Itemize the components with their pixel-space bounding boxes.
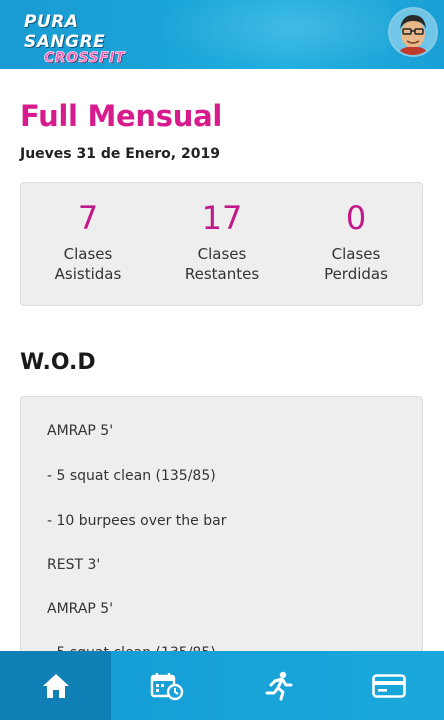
pura-sangre-logo[interactable]: PURA SANGRE CROSSFIT (24, 12, 164, 66)
plan-date: Jueves 31 de Enero, 2019 (20, 146, 220, 162)
logo-line-2: CROSSFIT (44, 50, 125, 67)
nav-workouts[interactable] (222, 651, 333, 720)
nav-payments[interactable] (333, 651, 444, 720)
calendar-clock-icon (150, 672, 183, 700)
stat-attended-label: Clases Asistidas (54, 245, 122, 283)
wod-line: - 10 burpees over the bar (47, 513, 227, 529)
stat-lost-label: Clases Perdidas (324, 245, 388, 283)
home-icon (42, 673, 69, 698)
app-header: PURA SANGRE CROSSFIT (0, 0, 444, 69)
wod-line: - 5 squat clean (135/85) (47, 468, 216, 484)
running-icon (265, 671, 292, 700)
stat-attended: 7 Clases Asistidas (21, 183, 155, 307)
wod-line: AMRAP 5' (47, 423, 114, 439)
stat-lost: 0 Clases Perdidas (289, 183, 423, 307)
stat-remaining: 17 Clases Restantes (155, 183, 289, 307)
stat-attended-value: 7 (77, 199, 99, 237)
nav-schedule[interactable] (111, 651, 222, 720)
wod-line: REST 3' (47, 557, 101, 573)
bottom-nav (0, 651, 444, 720)
stat-remaining-label: Clases Restantes (184, 245, 260, 283)
credit-card-icon (371, 673, 406, 698)
class-stats-card: 7 Clases Asistidas 17 Clases Restantes 0… (20, 182, 423, 306)
nav-home[interactable] (0, 651, 111, 720)
logo-line-1: PURA SANGRE (24, 12, 106, 52)
user-avatar-icon[interactable] (388, 7, 438, 57)
stat-lost-value: 0 (345, 199, 367, 237)
plan-title: Full Mensual (20, 99, 222, 133)
wod-line: AMRAP 5' (47, 601, 114, 617)
wod-card[interactable]: AMRAP 5' - 5 squat clean (135/85) - 10 b… (20, 396, 423, 686)
stat-remaining-value: 17 (201, 199, 243, 237)
wod-heading: W.O.D (20, 350, 96, 375)
